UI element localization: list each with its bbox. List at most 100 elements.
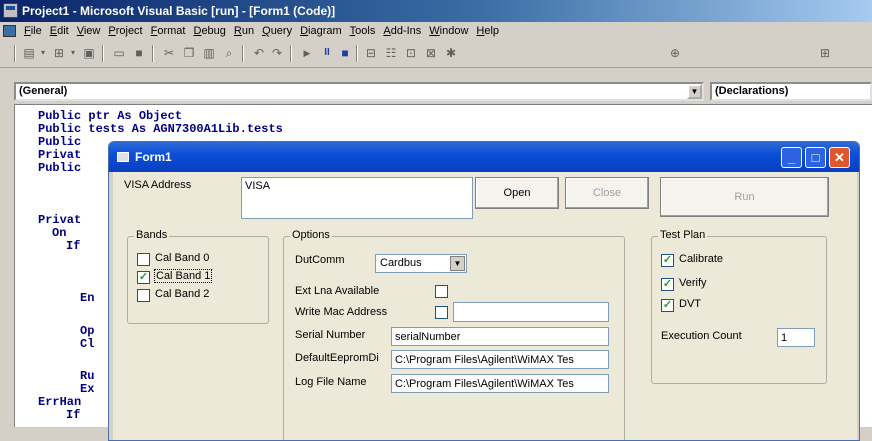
write-mac-checkbox[interactable]: [435, 306, 448, 319]
redo-icon[interactable]: ↷: [270, 46, 284, 60]
form-icon: [117, 152, 129, 162]
cut-icon[interactable]: ✂: [162, 46, 176, 60]
cal-band-0-checkbox[interactable]: [137, 253, 150, 266]
menu-help[interactable]: Help: [472, 22, 503, 41]
visa-address-label: VISA Address: [124, 179, 192, 191]
maximize-icon[interactable]: □: [805, 147, 826, 168]
ext-lna-label: Ext Lna Available: [295, 285, 380, 297]
visa-address-input[interactable]: VISA: [241, 177, 473, 219]
menu-project[interactable]: Project: [104, 22, 146, 41]
standard-toolbar: ▤ ▾ ⊞ ▾ ▣ ▭ ■ ✂ ❐ ▥ ⌕ ↶ ↷ ▶ II ■ ⊟ ☷ ⊡ ⊠…: [0, 41, 872, 68]
write-mac-label: Write Mac Address: [295, 306, 388, 318]
menu-tools[interactable]: Tools: [346, 22, 380, 41]
code-window-icon[interactable]: [3, 25, 16, 37]
serial-number-label: Serial Number: [295, 329, 366, 341]
menu-bar: File Edit View Project Format Debug Run …: [0, 22, 872, 42]
verify-checkbox[interactable]: ✓: [661, 278, 674, 291]
menu-diagram[interactable]: Diagram: [296, 22, 346, 41]
dutcomm-label: DutComm: [295, 254, 345, 266]
toolbar-separator: [290, 45, 292, 62]
ext-lna-checkbox[interactable]: [435, 285, 448, 298]
copy-icon[interactable]: ❐: [182, 46, 196, 60]
object-browser-icon[interactable]: ⊠: [424, 46, 438, 60]
log-file-label: Log File Name: [295, 376, 367, 388]
menu-window[interactable]: Window: [425, 22, 472, 41]
form-layout-icon[interactable]: ⊡: [404, 46, 418, 60]
options-title: Options: [290, 229, 332, 241]
dropdown-arrow-icon[interactable]: ▾: [36, 46, 50, 60]
minimize-icon[interactable]: _: [781, 147, 802, 168]
dutcomm-select[interactable]: Cardbus ▼: [375, 254, 467, 273]
open-button[interactable]: Open: [475, 177, 559, 209]
start-icon[interactable]: ▶: [300, 46, 314, 60]
add-form-icon[interactable]: ⊞: [52, 46, 66, 60]
close-button[interactable]: Close: [565, 177, 649, 209]
position-indicator-icon: ⊕: [669, 46, 681, 60]
undo-icon[interactable]: ↶: [252, 46, 266, 60]
menu-view[interactable]: View: [73, 22, 105, 41]
form1-body: VISA Address VISA Open Close Run Bands C…: [113, 172, 857, 440]
toolbar-separator: [356, 45, 358, 62]
end-icon[interactable]: ■: [338, 46, 352, 60]
project-explorer-icon[interactable]: ⊟: [364, 46, 378, 60]
ide-title-bar: Project1 - Microsoft Visual Basic [run] …: [0, 0, 872, 22]
menu-run[interactable]: Run: [230, 22, 258, 41]
verify-label: Verify: [679, 277, 707, 289]
vb-app-icon: [3, 3, 18, 18]
properties-window-icon[interactable]: ☷: [384, 46, 398, 60]
form1-window: Form1 _ □ ✕ VISA Address VISA Open Close…: [108, 141, 860, 441]
menu-debug[interactable]: Debug: [189, 22, 229, 41]
execution-count-input[interactable]: 1: [777, 328, 815, 347]
menu-query[interactable]: Query: [258, 22, 296, 41]
toolbar-grip: [14, 45, 16, 62]
default-eeprom-label: DefaultEepromDi: [295, 352, 379, 364]
serial-number-input[interactable]: serialNumber: [391, 327, 609, 346]
test-plan-title: Test Plan: [658, 229, 708, 241]
close-icon[interactable]: ✕: [829, 147, 850, 168]
run-button[interactable]: Run: [660, 177, 829, 217]
dvt-label: DVT: [679, 298, 701, 310]
code-line[interactable]: If: [66, 240, 80, 253]
menu-edit[interactable]: Edit: [46, 22, 73, 41]
dropdown-arrow-icon[interactable]: ▾: [66, 46, 80, 60]
find-icon[interactable]: ⌕: [222, 46, 236, 60]
calibrate-checkbox[interactable]: ✓: [661, 254, 674, 267]
object-combo[interactable]: (General): [14, 82, 704, 101]
chevron-down-icon[interactable]: ▼: [687, 84, 702, 99]
code-margin: [0, 104, 14, 426]
paste-icon[interactable]: ▥: [202, 46, 216, 60]
cal-band-2-checkbox[interactable]: [137, 289, 150, 302]
default-eeprom-input[interactable]: C:\Program Files\Agilent\WiMAX Tes: [391, 350, 609, 369]
log-file-input[interactable]: C:\Program Files\Agilent\WiMAX Tes: [391, 374, 609, 393]
code-line[interactable]: Ex: [80, 383, 94, 396]
execution-count-label: Execution Count: [661, 330, 742, 342]
menu-add-ins[interactable]: Add-Ins: [379, 22, 425, 41]
toolbox-icon[interactable]: ✱: [444, 46, 458, 60]
code-line[interactable]: En: [80, 292, 94, 305]
save-project-icon[interactable]: ■: [132, 46, 146, 60]
toolbar-separator: [152, 45, 154, 62]
ide-title-text: Project1 - Microsoft Visual Basic [run] …: [22, 4, 336, 18]
mac-address-input[interactable]: [453, 302, 609, 322]
code-line[interactable]: Cl: [80, 338, 94, 351]
cal-band-2-label: Cal Band 2: [155, 288, 210, 300]
procedure-combo[interactable]: (Declarations): [710, 82, 872, 101]
code-line[interactable]: Public: [38, 162, 81, 175]
open-project-icon[interactable]: ▭: [112, 46, 126, 60]
menu-editor-icon[interactable]: ▣: [82, 46, 96, 60]
cal-band-1-checkbox[interactable]: ✓: [137, 271, 150, 284]
toolbar-separator: [242, 45, 244, 62]
chevron-down-icon[interactable]: ▼: [450, 256, 465, 271]
code-line[interactable]: If: [66, 409, 80, 422]
code-line[interactable]: On: [52, 227, 66, 240]
break-icon[interactable]: II: [320, 46, 334, 60]
add-project-icon[interactable]: ▤: [22, 46, 36, 60]
dvt-checkbox[interactable]: ✓: [661, 299, 674, 312]
form1-title-bar[interactable]: Form1 _ □ ✕: [109, 142, 859, 172]
cal-band-1-label: Cal Band 1: [154, 269, 213, 283]
dutcomm-value: Cardbus: [380, 257, 422, 269]
cal-band-0-label: Cal Band 0: [155, 252, 210, 264]
menu-format[interactable]: Format: [147, 22, 190, 41]
menu-file[interactable]: File: [20, 22, 46, 41]
toolbar-separator: [102, 45, 104, 62]
